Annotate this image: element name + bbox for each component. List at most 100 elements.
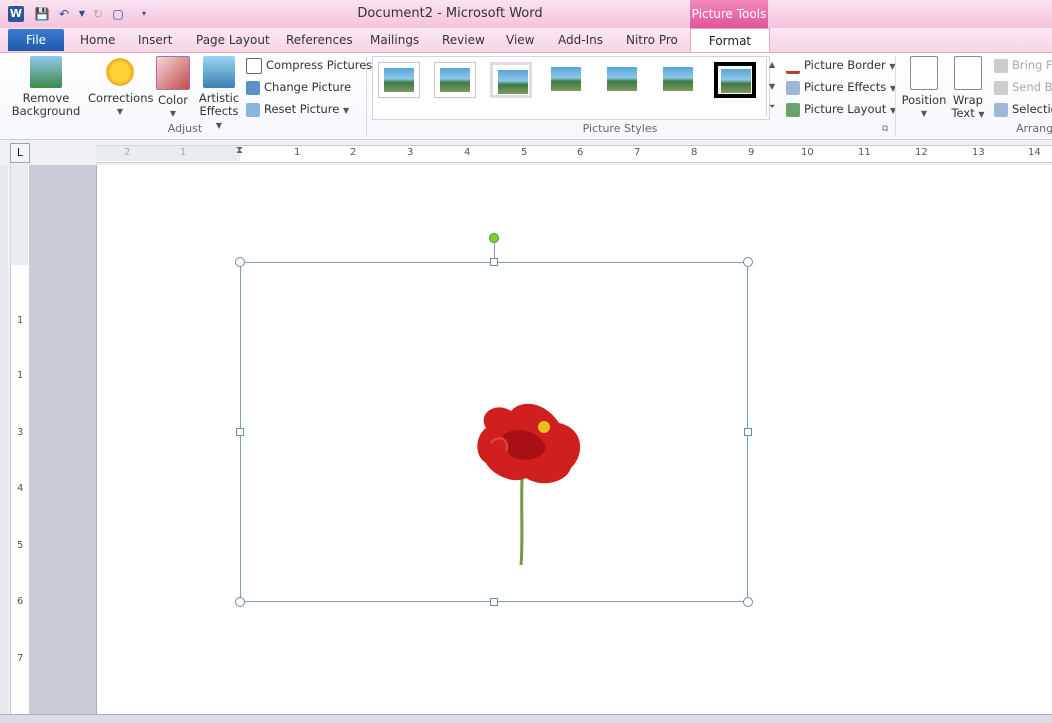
print-preview-icon[interactable]: ▢ — [110, 6, 126, 22]
selection-pane-label: Selectio — [1012, 102, 1052, 116]
adjust-group-label: Adjust — [167, 122, 203, 135]
ruler-tick-label: 11 — [858, 147, 871, 158]
resize-handle-bottom-right[interactable] — [743, 597, 753, 607]
picture-layout-button[interactable]: Picture Layout ▼ — [786, 99, 896, 119]
picture-layout-icon — [786, 102, 800, 117]
artistic-effects-button[interactable]: Artistic Effects ▼ — [196, 56, 242, 132]
tab-insert[interactable]: Insert — [132, 30, 178, 50]
bring-forward-icon — [994, 58, 1008, 73]
ruler-tick-label: 1 — [17, 315, 24, 326]
tab-selector[interactable]: L — [10, 143, 30, 163]
picture-effects-button[interactable]: Picture Effects ▼ — [786, 77, 896, 97]
ruler-tick-label: 3 — [17, 427, 24, 438]
ruler-tick-label: 9 — [748, 147, 755, 158]
word-app-icon[interactable]: W — [8, 6, 24, 22]
poppy-image — [477, 403, 581, 566]
resize-handle-top-right[interactable] — [743, 257, 753, 267]
picture-effects-label: Picture Effects — [804, 80, 887, 94]
reset-picture-button[interactable]: Reset Picture ▼ — [246, 99, 349, 119]
reset-picture-dropdown-icon: ▼ — [343, 106, 350, 115]
tab-references[interactable]: References — [280, 30, 359, 50]
group-separator — [895, 56, 896, 136]
picture-border-button[interactable]: Picture Border ▼ — [786, 55, 896, 75]
ruler-tick-label: 1 — [294, 147, 301, 158]
redo-icon[interactable]: ↻ — [90, 6, 106, 22]
tab-file[interactable]: File — [8, 29, 64, 51]
style-thumbnail-selected[interactable] — [714, 62, 756, 98]
compress-pictures-button[interactable]: Compress Pictures — [246, 55, 372, 75]
ruler-tick-label: 7 — [17, 653, 24, 664]
undo-icon[interactable]: ↶ — [56, 6, 72, 22]
picture-tools-label: Picture Tools — [690, 0, 768, 28]
style-thumbnail-image — [384, 68, 414, 92]
selected-picture[interactable] — [240, 262, 748, 602]
remove-background-label-2: Background — [11, 104, 81, 118]
tab-home[interactable]: Home — [74, 30, 121, 50]
gallery-down-icon[interactable]: ▼ — [769, 82, 775, 91]
style-thumbnail-image — [663, 67, 693, 91]
change-picture-button[interactable]: Change Picture — [246, 77, 351, 97]
style-thumbnail[interactable] — [434, 62, 476, 98]
ruler-tick-label: 2 — [350, 147, 357, 158]
tab-add-ins[interactable]: Add-Ins — [552, 30, 609, 50]
style-thumbnail-image — [551, 67, 581, 91]
indent-marker-icon[interactable]: ⧗ — [236, 145, 243, 156]
undo-dropdown-icon[interactable]: ▼ — [74, 6, 90, 22]
tab-page-layout[interactable]: Page Layout — [190, 30, 276, 50]
style-thumbnail[interactable] — [378, 62, 420, 98]
style-thumbnail[interactable] — [658, 62, 700, 98]
picture-styles-group-label: Picture Styles — [582, 122, 658, 135]
remove-background-button[interactable]: Remove Background — [10, 56, 82, 118]
customize-quick-access-icon[interactable]: ▾ — [136, 6, 152, 22]
position-button[interactable]: Position ▼ — [900, 56, 948, 120]
send-backward-button[interactable]: Send Ba — [994, 77, 1052, 97]
change-picture-icon — [246, 80, 260, 95]
resize-handle-left[interactable] — [236, 428, 244, 436]
tab-view[interactable]: View — [500, 30, 540, 50]
style-thumbnail[interactable] — [546, 62, 588, 98]
wrap-text-button[interactable]: Wrap Text ▼ — [950, 56, 986, 121]
gallery-more-icon[interactable]: ⏷ — [769, 102, 775, 112]
picture-effects-icon — [786, 80, 800, 95]
send-backward-icon — [994, 80, 1008, 95]
change-picture-label: Change Picture — [264, 80, 352, 94]
resize-handle-right[interactable] — [744, 428, 752, 436]
tab-mailings[interactable]: Mailings — [364, 30, 425, 50]
rotation-handle[interactable] — [489, 233, 499, 243]
selection-pane-button[interactable]: Selectio — [994, 99, 1052, 119]
corrections-label: Corrections — [88, 91, 154, 105]
bring-forward-button[interactable]: Bring Fo — [994, 55, 1052, 75]
arrange-group-label: Arrang — [1016, 122, 1052, 135]
corrections-icon — [104, 56, 136, 88]
resize-handle-top-left[interactable] — [235, 257, 245, 267]
corrections-button[interactable]: Corrections ▼ — [88, 56, 154, 118]
resize-handle-bottom-left[interactable] — [235, 597, 245, 607]
color-button[interactable]: Color ▼ — [154, 56, 192, 120]
reset-picture-icon — [246, 102, 260, 117]
style-thumbnail[interactable] — [490, 62, 532, 98]
tab-nitro-pro[interactable]: Nitro Pro — [620, 30, 684, 50]
style-thumbnail-image — [721, 69, 751, 93]
resize-handle-bottom[interactable] — [490, 598, 498, 606]
artistic-effects-label-2: Effects — [199, 104, 239, 118]
wrap-text-label-2-row: Text ▼ — [950, 107, 986, 121]
group-separator — [366, 56, 367, 136]
dialog-launcher-icon[interactable]: ⧉ — [882, 124, 888, 134]
wrap-text-icon — [954, 56, 982, 90]
remove-background-icon — [30, 56, 62, 88]
tab-format[interactable]: Format — [690, 28, 770, 53]
ruler-tick-label: 3 — [407, 147, 414, 158]
save-icon[interactable]: 💾 — [34, 6, 50, 22]
position-icon — [910, 56, 938, 90]
corrections-dropdown-icon: ▼ — [116, 107, 124, 116]
ruler-margin-top — [10, 165, 28, 265]
color-icon — [156, 56, 190, 90]
ruler-tick-label: 6 — [577, 147, 584, 158]
selection-pane-icon — [994, 102, 1008, 117]
style-thumbnail[interactable] — [602, 62, 644, 98]
tab-review[interactable]: Review — [436, 30, 491, 50]
ruler-tick-label: 5 — [17, 540, 24, 551]
resize-handle-top[interactable] — [490, 258, 498, 266]
gallery-up-icon[interactable]: ▲ — [769, 60, 775, 69]
position-dropdown-icon: ▼ — [920, 109, 928, 118]
